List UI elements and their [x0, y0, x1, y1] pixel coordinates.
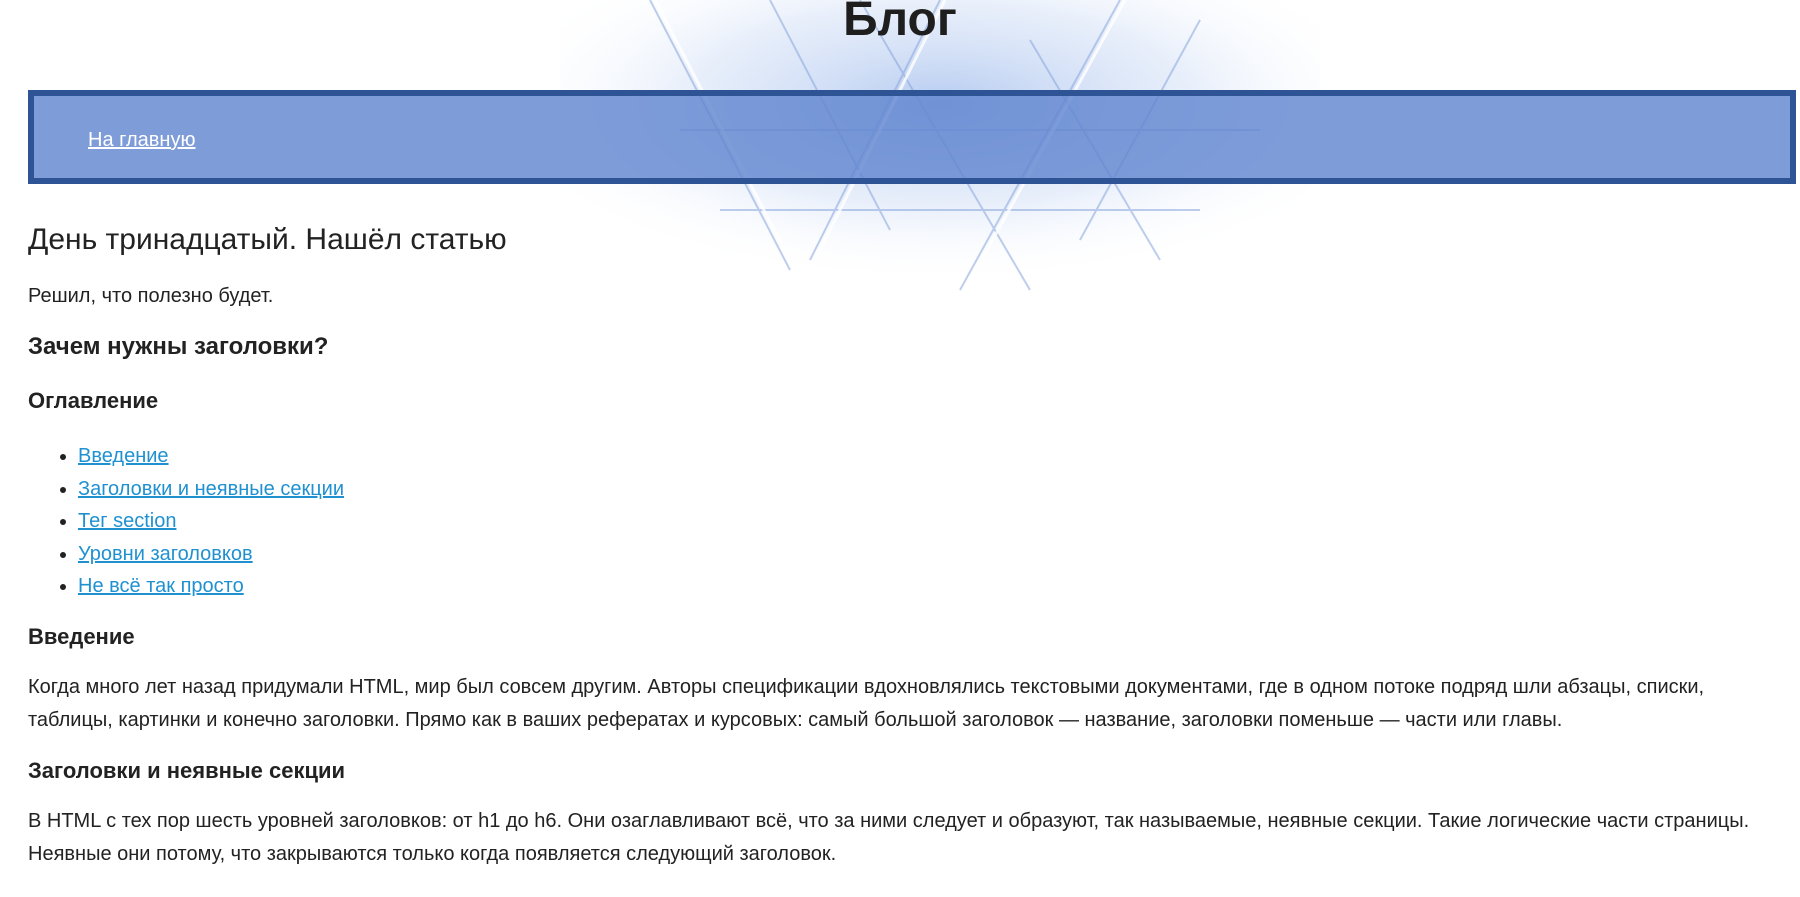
- main-content: День тринадцатый. Нашёл статью Решил, чт…: [28, 222, 1773, 871]
- toc-title: Оглавление: [28, 388, 159, 413]
- toc-link-heading-levels[interactable]: Уровни заголовков: [78, 543, 253, 565]
- section-text-headings: В HTML с тех пор шесть уровней заголовко…: [28, 809, 1750, 865]
- article-title: Зачем нужны заголовки?: [28, 333, 329, 360]
- toc-item: Тег section: [78, 505, 1773, 538]
- section-text-intro: Когда много лет назад придумали HTML, ми…: [28, 675, 1705, 731]
- toc-item: Заголовки и неявные секции: [78, 473, 1773, 506]
- toc-item: Не всё так просто: [78, 570, 1773, 603]
- post-intro: Решил, что полезно будет.: [28, 285, 274, 307]
- toc-link-not-so-simple[interactable]: Не всё так просто: [78, 575, 244, 597]
- post-title: День тринадцатый. Нашёл статью: [28, 223, 507, 256]
- toc-item: Введение: [78, 440, 1773, 473]
- site-title: Блог: [843, 0, 957, 46]
- section-title-headings: Заголовки и неявные секции: [28, 757, 346, 783]
- toc-link-section-tag[interactable]: Тег section: [78, 510, 176, 532]
- toc-link-intro[interactable]: Введение: [78, 445, 169, 467]
- home-link[interactable]: На главную: [88, 129, 195, 152]
- toc-link-headings[interactable]: Заголовки и неявные секции: [78, 478, 344, 500]
- toc-item: Уровни заголовков: [78, 538, 1773, 571]
- section-title-intro: Введение: [28, 623, 135, 649]
- navigation-bar: На главную: [28, 90, 1796, 184]
- table-of-contents: Введение Заголовки и неявные секции Тег …: [28, 440, 1773, 603]
